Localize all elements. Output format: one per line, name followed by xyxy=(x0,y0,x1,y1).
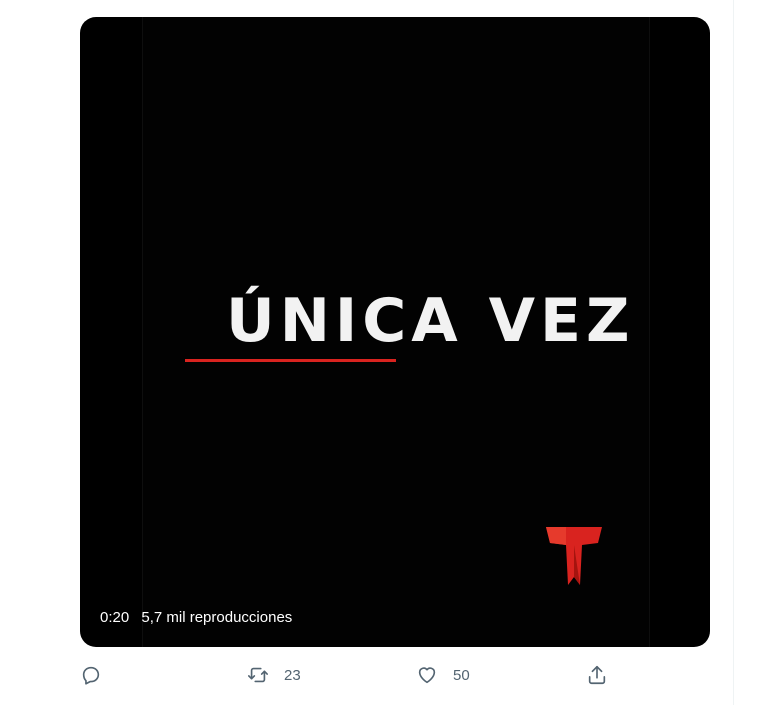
retweet-icon xyxy=(248,667,268,683)
video-frame-left-edge xyxy=(142,17,143,647)
telemundo-logo xyxy=(546,527,602,585)
retweet-button[interactable]: 23 xyxy=(247,660,301,690)
tweet-media-page: ÚNICA VEZ 0:20 5,7 mil reproducciones 23… xyxy=(0,0,766,705)
share-button[interactable] xyxy=(586,660,608,690)
timeline-divider xyxy=(733,0,734,705)
video-view-count: 5,7 mil reproducciones xyxy=(141,609,293,626)
video-meta: 0:20 5,7 mil reproducciones xyxy=(100,609,300,626)
video-overlay-title: ÚNICA VEZ xyxy=(226,286,635,356)
video-duration: 0:20 xyxy=(100,609,130,626)
share-icon xyxy=(588,665,606,685)
heart-icon xyxy=(418,667,436,684)
reply-button[interactable] xyxy=(80,660,117,690)
retweet-count: 23 xyxy=(284,666,301,684)
reply-icon xyxy=(82,666,100,685)
like-button[interactable]: 50 xyxy=(416,660,470,690)
video-player[interactable]: ÚNICA VEZ 0:20 5,7 mil reproducciones xyxy=(80,17,710,647)
video-frame-right-edge xyxy=(649,17,650,647)
like-count: 50 xyxy=(453,666,470,684)
title-underline xyxy=(185,359,396,362)
tweet-action-bar: 23 50 xyxy=(0,660,766,690)
